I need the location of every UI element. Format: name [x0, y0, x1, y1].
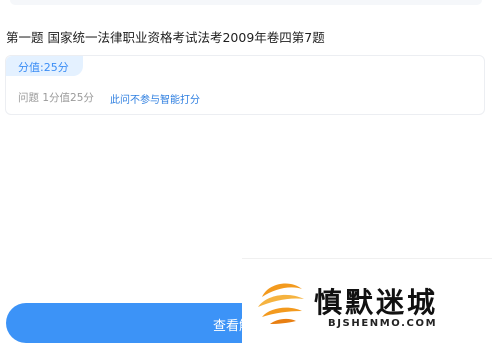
- watermark-overlay: 慎默迷城 BJSHENMO.COM: [242, 258, 492, 348]
- question-title: 第一题 国家统一法律职业资格考试法考2009年卷四第7题: [6, 30, 325, 45]
- ai-scoring-note: 此问不参与智能打分: [110, 95, 200, 106]
- top-strip: [10, 0, 482, 5]
- score-tag: 分值:25分: [6, 56, 83, 76]
- score-tag-label: 分值:25分: [18, 61, 69, 74]
- watermark-title: 慎默迷城: [314, 286, 439, 319]
- watermark-domain: BJSHENMO.COM: [328, 318, 438, 329]
- question-card: 分值:25分 问题 1分值25分 此问不参与智能打分: [5, 55, 485, 115]
- question-meta: 问题 1分值25分: [18, 92, 94, 104]
- swirl-logo-icon: [258, 283, 304, 324]
